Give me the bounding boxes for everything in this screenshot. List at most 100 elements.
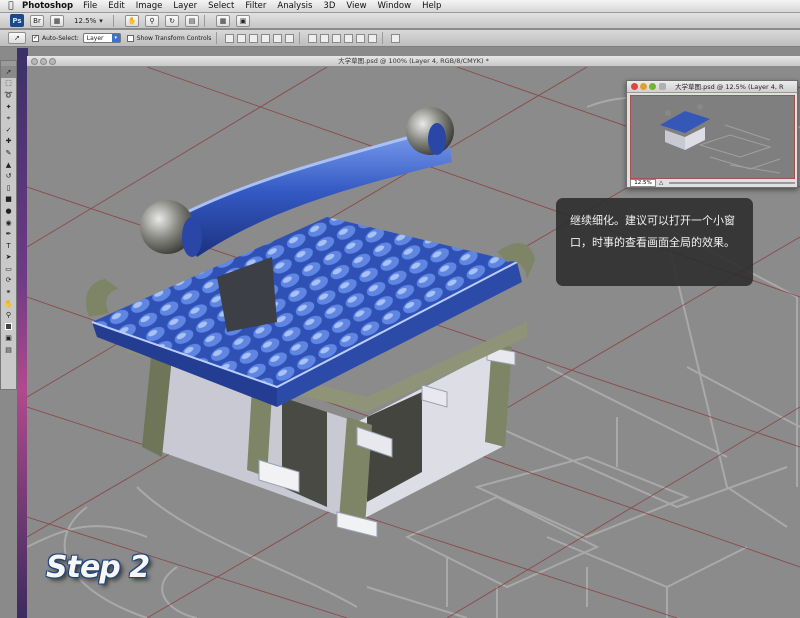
tools-panel: ➚ ⬚ ➰ ✦ ⌖ ✓ ✚ ✎ ▲ ↺ ▯ ■ ● ◉ ✒ T ➤ ▭ ⟳ ⚭ …: [0, 60, 17, 390]
menu-bar:  Photoshop File Edit Image Layer Select…: [0, 0, 800, 13]
align-top-icon[interactable]: [225, 33, 235, 43]
menu-edit[interactable]: Edit: [108, 1, 124, 11]
navigator-preview[interactable]: [630, 95, 795, 179]
close-icon[interactable]: [631, 83, 638, 90]
zoom-tool-icon[interactable]: ⚲: [145, 14, 159, 27]
align-left-icon[interactable]: [261, 33, 271, 43]
document-icon: [659, 83, 666, 90]
lasso-tool-icon[interactable]: ➰: [1, 89, 16, 101]
app-menu[interactable]: Photoshop: [22, 1, 73, 11]
auto-align-icon[interactable]: [391, 33, 401, 43]
type-tool-icon[interactable]: T: [1, 240, 16, 252]
zoom-icon[interactable]: [649, 83, 656, 90]
apple-icon[interactable]: : [0, 1, 22, 11]
divider: [204, 14, 205, 27]
document-title-bar[interactable]: 大学草图.psd @ 100% (Layer 4, RGB/8/CMYK) *: [27, 56, 800, 67]
gradient-tool-icon[interactable]: ■: [1, 194, 16, 206]
quick-mask-icon[interactable]: ▣: [1, 333, 16, 345]
shape-tool-icon[interactable]: ▭: [1, 263, 16, 275]
distribute-left-icon[interactable]: [344, 33, 354, 43]
navigator-footer: 12.5% △: [630, 179, 795, 187]
navigator-title-bar[interactable]: 大学草图.psd @ 12.5% (Layer 4, R: [627, 81, 797, 93]
divider: [299, 32, 301, 44]
eraser-tool-icon[interactable]: ▯: [1, 182, 16, 194]
auto-select-value: Layer: [86, 34, 104, 42]
navigator-zoom-field[interactable]: 12.5%: [630, 179, 656, 187]
screen-mode-icon[interactable]: ▤: [1, 344, 16, 356]
menu-layer[interactable]: Layer: [173, 1, 197, 11]
show-transform-label: Show Transform Controls: [136, 34, 212, 42]
zoom-window-button[interactable]: [49, 58, 56, 65]
auto-select-dropdown[interactable]: Layer ▾: [82, 33, 121, 43]
eyedropper-tool-icon[interactable]: ✓: [1, 124, 16, 136]
auto-select-label: Auto-Select:: [42, 34, 79, 42]
crop-tool-icon[interactable]: ⌖: [1, 112, 16, 124]
distribute-hcenter-icon[interactable]: [356, 33, 366, 43]
minimize-window-button[interactable]: [40, 58, 47, 65]
divider: [382, 32, 384, 44]
navigator-zoom-slider[interactable]: [669, 182, 795, 184]
dodge-tool-icon[interactable]: ◉: [1, 217, 16, 229]
distribute-vcenter-icon[interactable]: [320, 33, 330, 43]
align-vcenter-icon[interactable]: [237, 33, 247, 43]
menu-view[interactable]: View: [346, 1, 366, 11]
3d-rotate-tool-icon[interactable]: ⟳: [1, 275, 16, 287]
quick-selection-tool-icon[interactable]: ✦: [1, 101, 16, 113]
history-brush-tool-icon[interactable]: ↺: [1, 170, 16, 182]
menu-select[interactable]: Select: [208, 1, 234, 11]
blur-tool-icon[interactable]: ●: [1, 205, 16, 217]
zoom-level-dropdown[interactable]: 12.5% ▾: [74, 15, 108, 26]
align-right-icon[interactable]: [285, 33, 295, 43]
divider: [216, 32, 218, 44]
arrange-documents-icon[interactable]: ▦: [216, 14, 230, 27]
options-bar: ➚ ✓ Auto-Select: Layer ▾ Show Transform …: [0, 30, 800, 47]
distribute-right-icon[interactable]: [368, 33, 378, 43]
rotate-view-icon[interactable]: ↻: [165, 14, 179, 27]
minimize-icon[interactable]: [640, 83, 647, 90]
close-window-button[interactable]: [31, 58, 38, 65]
brush-tool-icon[interactable]: ✎: [1, 147, 16, 159]
distribute-bottom-icon[interactable]: [332, 33, 342, 43]
pen-tool-icon[interactable]: ✒: [1, 228, 16, 240]
bridge-icon[interactable]: Br: [30, 14, 44, 27]
ruler-icon[interactable]: ▤: [185, 14, 199, 27]
healing-brush-tool-icon[interactable]: ✚: [1, 136, 16, 148]
menu-filter[interactable]: Filter: [245, 1, 266, 11]
foreground-background-color-icon[interactable]: [1, 321, 16, 333]
show-transform-checkbox[interactable]: [126, 34, 134, 42]
chevron-down-icon: ▾: [99, 16, 103, 25]
navigator-thumbnail: [630, 95, 795, 179]
menu-image[interactable]: Image: [136, 1, 163, 11]
application-bar: Ps Br ▦ 12.5% ▾ ✋ ⚲ ↻ ▤ ▦ ▣: [0, 13, 800, 29]
align-hcenter-icon[interactable]: [273, 33, 283, 43]
menu-analysis[interactable]: Analysis: [277, 1, 312, 11]
hand-tool-icon[interactable]: ✋: [1, 298, 16, 310]
screen-mode-icon[interactable]: ▣: [236, 14, 250, 27]
hand-tool-icon[interactable]: ✋: [125, 14, 139, 27]
step-label: Step 2: [46, 550, 150, 585]
menu-file[interactable]: File: [83, 1, 97, 11]
navigator-title: 大学草图.psd @ 12.5% (Layer 4, R: [675, 83, 784, 91]
zoom-tool-icon[interactable]: ⚲: [1, 309, 16, 321]
photoshop-logo-icon[interactable]: Ps: [10, 14, 24, 27]
zoom-level-value: 12.5%: [74, 16, 97, 25]
view-extras-icon[interactable]: ▦: [50, 14, 64, 27]
auto-select-checkbox[interactable]: ✓: [32, 34, 39, 42]
zoom-out-icon[interactable]: △: [659, 180, 663, 186]
menu-help[interactable]: Help: [422, 1, 441, 11]
distribute-top-icon[interactable]: [308, 33, 318, 43]
marquee-tool-icon[interactable]: ⬚: [1, 78, 16, 90]
document-title: 大学草图.psd @ 100% (Layer 4, RGB/8/CMYK) *: [338, 57, 489, 65]
path-selection-tool-icon[interactable]: ➤: [1, 252, 16, 264]
align-bottom-icon[interactable]: [249, 33, 259, 43]
menu-3d[interactable]: 3D: [323, 1, 335, 11]
chevron-down-icon: ▾: [111, 34, 120, 42]
navigator-panel[interactable]: 大学草图.psd @ 12.5% (Layer 4, R 12.5% △: [626, 80, 798, 188]
clone-stamp-tool-icon[interactable]: ▲: [1, 159, 16, 171]
move-tool-icon[interactable]: ➚: [1, 66, 16, 78]
move-tool-preset-icon[interactable]: ➚: [8, 32, 26, 44]
tip-text: 继续细化。建议可以打开一个小窗口，时事的查看画面全局的效果。: [570, 214, 735, 249]
tip-box: 继续细化。建议可以打开一个小窗口，时事的查看画面全局的效果。: [556, 198, 753, 286]
menu-window[interactable]: Window: [378, 1, 412, 11]
3d-orbit-tool-icon[interactable]: ⚭: [1, 286, 16, 298]
